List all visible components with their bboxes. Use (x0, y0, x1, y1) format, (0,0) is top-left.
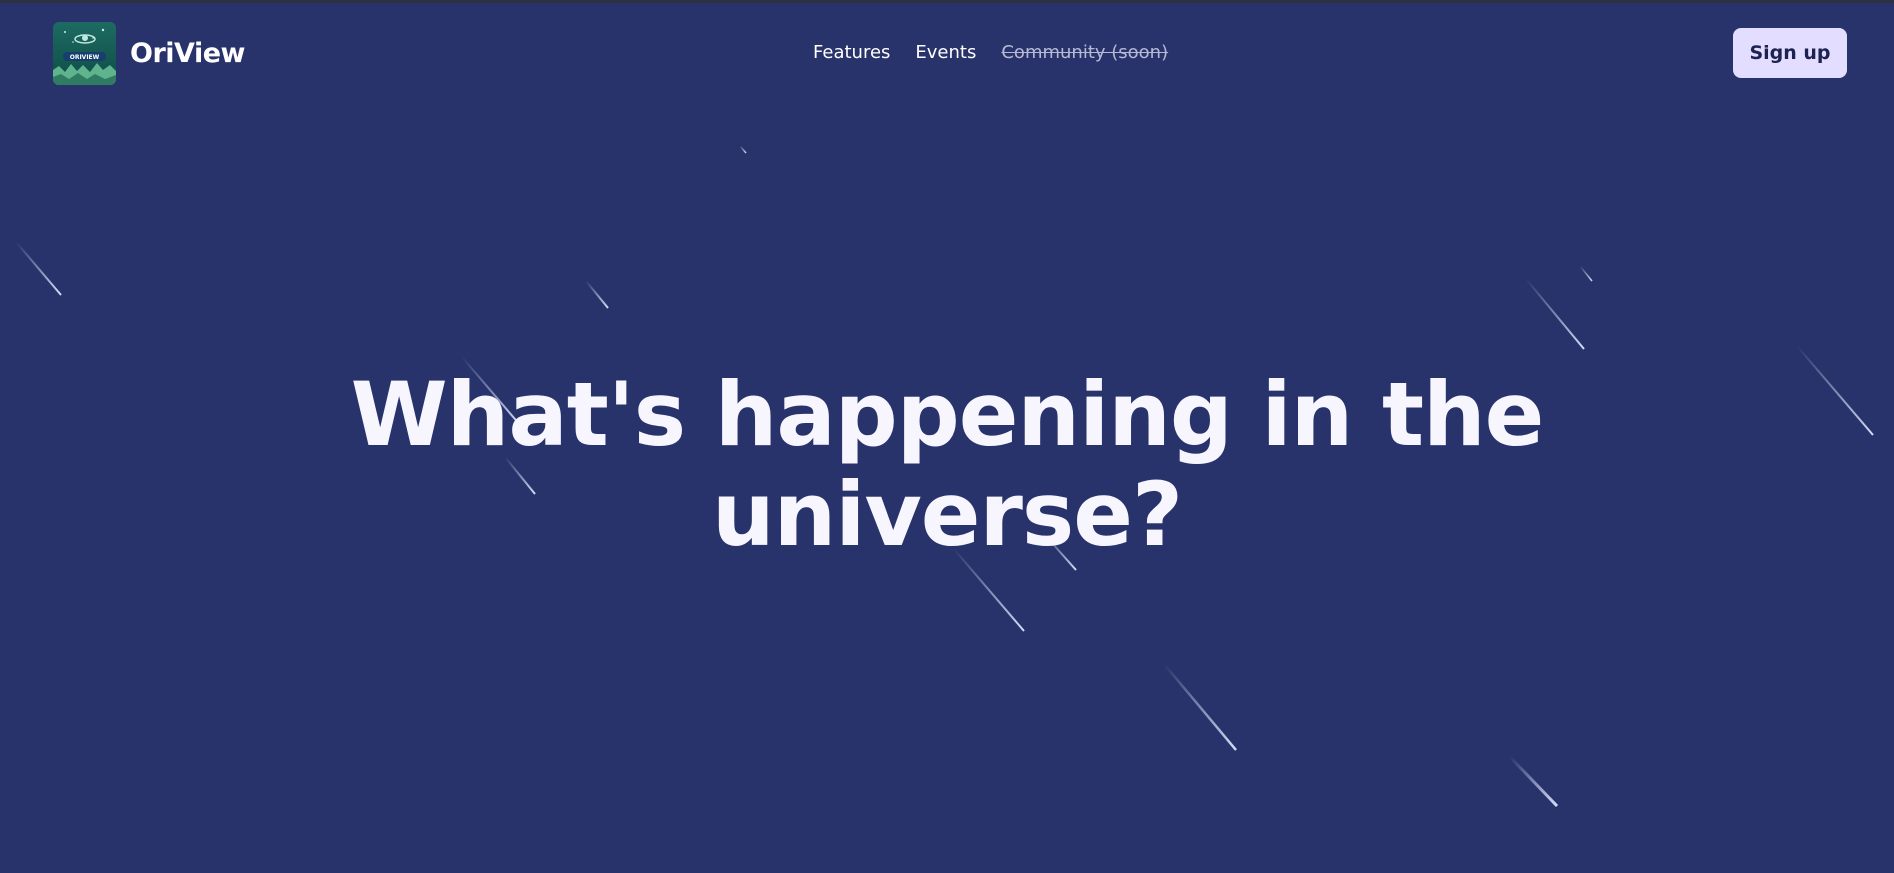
shooting-star (1508, 755, 1559, 808)
hero-heading-line-1: What's happening in the (350, 363, 1545, 466)
signup-button[interactable]: Sign up (1733, 28, 1847, 78)
shooting-star (739, 145, 747, 154)
shooting-star (1579, 265, 1593, 282)
hero-heading: What's happening in the universe? (0, 365, 1894, 565)
shooting-star (1525, 278, 1585, 350)
svg-text:ORIVIEW: ORIVIEW (70, 54, 100, 61)
hero-heading-line-2: universe? (711, 463, 1183, 566)
shooting-star (585, 280, 609, 309)
shooting-star (15, 241, 62, 296)
brand-name: OriView (130, 38, 245, 69)
oriview-logo-icon: ORIVIEW (53, 22, 116, 85)
nav-events[interactable]: Events (915, 42, 976, 63)
top-navigation: ORIVIEW OriView Features Events Communit… (0, 0, 1894, 110)
shooting-star (1163, 663, 1237, 751)
main-nav: Features Events Community (soon) (813, 42, 1168, 63)
nav-community: Community (soon) (1001, 42, 1169, 63)
brand-link[interactable]: ORIVIEW OriView (53, 22, 245, 85)
nav-features[interactable]: Features (813, 42, 890, 63)
